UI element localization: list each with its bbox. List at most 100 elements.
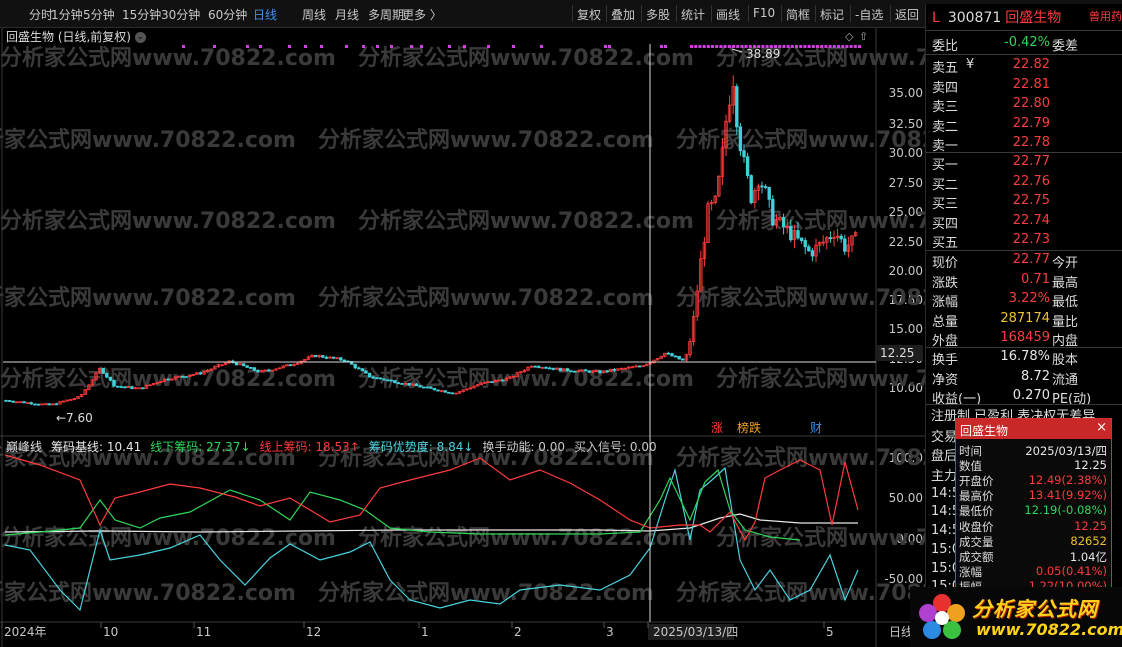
popup-row: 收盘价 12.25 — [956, 519, 1111, 534]
signal-dot — [727, 45, 731, 48]
stat-label-2: 流通 — [1052, 372, 1079, 388]
panel-side-label[interactable]: 交易 — [931, 426, 957, 445]
flower-logo-icon — [919, 594, 965, 639]
chevron-down-icon[interactable]: ⌄ — [134, 32, 146, 43]
popup-row-label: 最低价 — [959, 504, 994, 519]
candle-body — [141, 387, 145, 390]
signal-dot — [390, 45, 393, 48]
indicator-name[interactable]: 巅峰线 — [6, 440, 42, 454]
signal-dot — [719, 45, 723, 48]
signal-dot — [690, 45, 693, 48]
toolbar-button[interactable]: 返回 — [895, 6, 919, 23]
toolbar-button[interactable]: 复权 — [577, 6, 601, 23]
candle-body — [389, 379, 393, 382]
close-icon[interactable]: × — [1096, 420, 1107, 435]
buy-level-label: 买一 — [932, 158, 959, 173]
indicator-value: 买入信号: 0.00 — [574, 440, 657, 454]
toolbar-button[interactable]: 画线 — [716, 6, 740, 23]
toolbar-button[interactable]: 标记 — [820, 6, 844, 23]
event-marker[interactable]: 榜跌 — [737, 420, 761, 435]
panel-side-label[interactable]: 主力 — [931, 465, 957, 484]
candle-body — [490, 381, 494, 384]
candle-body — [598, 370, 602, 374]
industry-tag[interactable]: 兽用药 — [1089, 8, 1122, 24]
candle-body — [22, 401, 26, 404]
candle-body — [382, 378, 386, 381]
candle-body — [447, 391, 451, 394]
toolbar-button[interactable]: -自选 — [855, 6, 883, 23]
period-tab[interactable]: 15分钟 — [122, 6, 161, 23]
candle-body — [241, 363, 246, 367]
buy-level-row[interactable]: 买三 22.75 — [932, 193, 1118, 212]
period-tab[interactable]: 月线 — [335, 6, 359, 23]
candle-body — [612, 368, 617, 371]
candle-body — [25, 402, 30, 405]
signal-dot — [849, 45, 853, 48]
event-marker[interactable]: 财 — [810, 421, 822, 435]
sell-level-row[interactable]: 卖五 ¥22.82 — [932, 57, 1118, 76]
period-tab[interactable]: 5分钟 — [83, 6, 115, 23]
candle-body — [432, 387, 437, 391]
event-marker[interactable]: 涨 — [711, 420, 723, 435]
watermark-text: 分析家公式网www.70822.com — [676, 285, 925, 311]
signal-dot — [828, 45, 832, 48]
period-tab[interactable]: 60分钟 — [208, 6, 247, 23]
collapse-arrow-icon[interactable]: ⇧ — [859, 30, 868, 43]
buy-level-row[interactable]: 买二 22.76 — [932, 174, 1118, 193]
x-axis-label: 2024年 — [4, 625, 47, 639]
watermark-text: 分析家公式网www.70822.com — [358, 208, 694, 234]
indicator-tick-label: 50.00 — [889, 491, 923, 505]
period-tab[interactable]: 分时 — [29, 6, 53, 23]
candle-body — [673, 355, 678, 358]
popup-row: 时间 2025/03/13/四 — [956, 443, 1111, 458]
sell-level-price: 22.81 — [1012, 76, 1050, 92]
candle-body — [357, 367, 361, 370]
candle-body — [115, 385, 120, 388]
signal-dot — [304, 45, 307, 48]
popup-row: 成交量 82652 — [956, 534, 1111, 549]
chart-canvas[interactable]: 35.0032.5030.0027.5025.0022.5020.0017.50… — [0, 28, 925, 647]
buy-level-row[interactable]: 买五 22.73 — [932, 232, 1118, 251]
stat-label-2: 股本 — [1052, 353, 1079, 368]
signal-dot — [540, 45, 543, 48]
candle-body — [436, 389, 440, 392]
signal-dot — [807, 45, 811, 48]
toolbar-button[interactable]: F10 — [753, 6, 775, 20]
toolbar-button[interactable]: 多股 — [646, 6, 670, 23]
sell-level-row[interactable]: 卖二 22.79 — [932, 116, 1118, 135]
period-tab[interactable]: 日线 — [253, 6, 277, 23]
period-tab[interactable]: 周线 — [302, 6, 326, 23]
candle-body — [184, 376, 188, 378]
diamond-icon[interactable]: ◇ — [845, 30, 854, 43]
signal-dot — [715, 45, 719, 48]
sell-level-row[interactable]: 卖四 22.81 — [932, 77, 1118, 96]
period-tab[interactable]: 多周期 — [368, 6, 404, 23]
candle-body — [810, 250, 815, 257]
signal-dot — [420, 45, 423, 48]
buy-level-row[interactable]: 买四 22.74 — [932, 213, 1118, 232]
candle-body — [105, 373, 109, 378]
signal-dot — [259, 45, 262, 48]
toolbar-button[interactable]: 简框 — [786, 6, 810, 23]
period-tab[interactable]: 1分钟 — [51, 6, 83, 23]
candle-body — [249, 367, 253, 369]
crosshair-price-label: 12.25 — [880, 346, 914, 360]
buy-level-row[interactable]: 买一 22.77 — [932, 154, 1118, 173]
watermark-text: 分析家公式网www.70822.com — [318, 285, 654, 311]
panel-divider — [926, 347, 1122, 348]
candle-body — [54, 403, 59, 406]
toolbar-separator — [748, 5, 749, 22]
toolbar-button[interactable]: 叠加 — [611, 6, 635, 23]
crosshair-popup[interactable]: 回盛生物 × 时间 2025/03/13/四 数值 12.25 开盘价 12.49(2.3… — [955, 418, 1112, 594]
quote-stat-row: 净资 8.72 流通 — [932, 369, 1118, 388]
period-tab[interactable]: 更多 〉 — [402, 6, 442, 23]
toolbar-button[interactable]: 统计 — [681, 6, 705, 23]
sell-level-row[interactable]: 卖三 22.80 — [932, 96, 1118, 115]
period-tab[interactable]: 30分钟 — [161, 6, 200, 23]
stat-value: 22.77 — [1012, 252, 1050, 267]
stat-label: 涨跌 — [932, 275, 959, 291]
candle-body — [252, 367, 257, 371]
panel-side-label[interactable]: 盘后 — [931, 445, 957, 464]
candle-body — [130, 386, 134, 389]
signal-dot — [723, 45, 727, 48]
